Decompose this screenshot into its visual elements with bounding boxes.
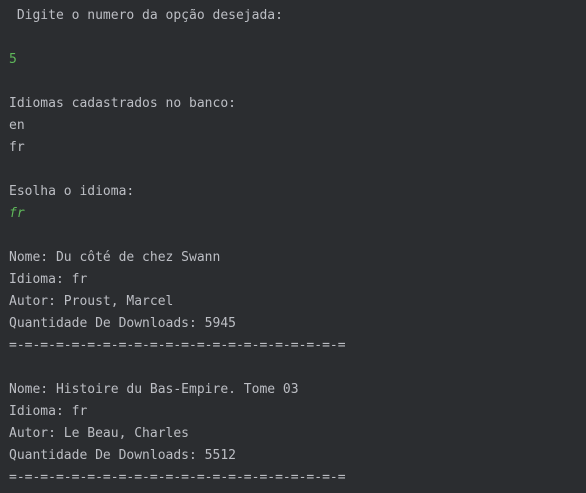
book-language: Idioma: fr <box>9 404 88 419</box>
book-entry: Nome: Histoire du Bas-Empire. Tome 03 Id… <box>9 379 586 489</box>
book-entry: Nome: Du côté de chez Swann Idioma: fr A… <box>9 247 586 357</box>
languages-heading: Idiomas cadastrados no banco: <box>9 96 236 111</box>
language-input: fr <box>9 206 25 221</box>
book-separator: =-=-=-=-=-=-=-=-=-=-=-=-=-=-=-=-=-=-=-=-… <box>9 338 346 353</box>
language-item: en <box>9 118 25 133</box>
book-separator: =-=-=-=-=-=-=-=-=-=-=-=-=-=-=-=-=-=-=-=-… <box>9 470 346 485</box>
choose-language-prompt: Esolha o idioma: <box>9 184 135 199</box>
book-name: Nome: Du côté de chez Swann <box>9 250 221 265</box>
menu-option-input: 5 <box>9 52 17 67</box>
book-author: Autor: Proust, Marcel <box>9 294 174 309</box>
book-downloads: Quantidade De Downloads: 5512 <box>9 448 236 463</box>
book-author: Autor: Le Beau, Charles <box>9 426 190 441</box>
language-item: fr <box>9 140 25 155</box>
book-language: Idioma: fr <box>9 272 88 287</box>
book-downloads: Quantidade De Downloads: 5945 <box>9 316 236 331</box>
book-name: Nome: Histoire du Bas-Empire. Tome 03 <box>9 382 299 397</box>
console-output: Digite o numero da opção desejada: 5 Idi… <box>0 0 586 493</box>
menu-prompt: Digite o numero da opção desejada: <box>9 8 283 23</box>
